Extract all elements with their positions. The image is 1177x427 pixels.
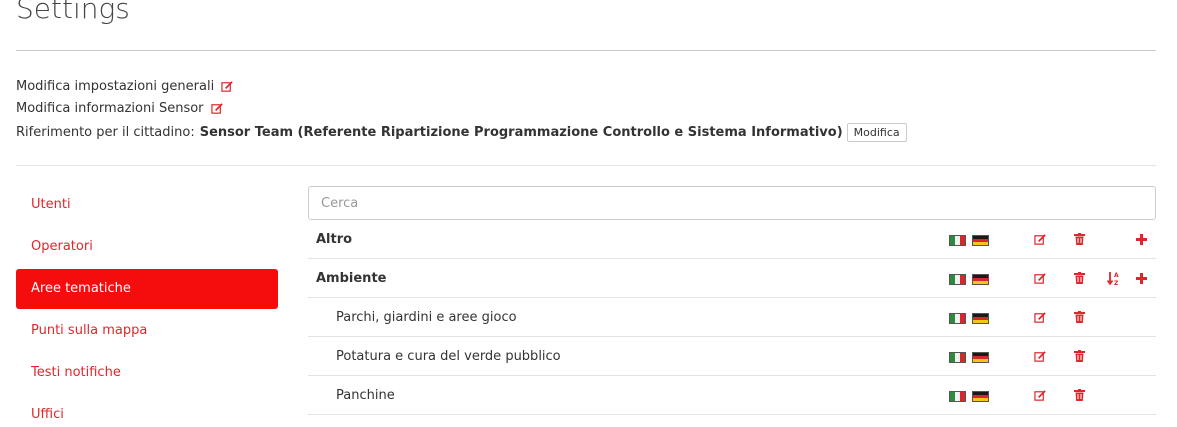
german-flag-icon[interactable] bbox=[972, 313, 989, 324]
general-settings-line: Modifica impostazioni generali bbox=[16, 79, 234, 94]
edit-icon[interactable] bbox=[1032, 348, 1048, 364]
sidebar-item[interactable]: Operatori bbox=[16, 227, 278, 267]
table-row: Ambiente A Z bbox=[308, 259, 1156, 298]
trash-icon[interactable] bbox=[1071, 270, 1087, 286]
category-name: Panchine bbox=[336, 388, 395, 403]
categories-table: Altro Ambiente A Z Parchi, giardini e aree g… bbox=[308, 220, 1156, 415]
general-settings-link[interactable]: Modifica impostazioni generali bbox=[16, 79, 214, 94]
german-flag-icon[interactable] bbox=[972, 391, 989, 402]
german-flag-icon[interactable] bbox=[972, 274, 989, 285]
table-row: Altro bbox=[308, 220, 1156, 259]
sidebar-item[interactable]: Utenti bbox=[16, 185, 278, 225]
category-name: Ambiente bbox=[316, 271, 387, 286]
trash-icon[interactable] bbox=[1071, 348, 1087, 364]
italian-flag-icon[interactable] bbox=[949, 235, 966, 246]
category-name: Parchi, giardini e aree gioco bbox=[336, 310, 517, 325]
italian-flag-icon[interactable] bbox=[949, 274, 966, 285]
citizen-reference-value: Sensor Team (Referente Ripartizione Prog… bbox=[199, 125, 843, 140]
plus-icon[interactable] bbox=[1133, 270, 1149, 286]
citizen-reference-label: Riferimento per il cittadino: bbox=[16, 125, 195, 140]
sidebar-item[interactable]: Testi notifiche bbox=[16, 353, 278, 393]
info-divider bbox=[16, 165, 1156, 166]
edit-icon[interactable] bbox=[221, 80, 234, 93]
table-row: Parchi, giardini e aree gioco bbox=[308, 298, 1156, 337]
edit-icon[interactable] bbox=[1032, 270, 1048, 286]
plus-icon[interactable] bbox=[1133, 231, 1149, 247]
modify-reference-button[interactable]: Modifica bbox=[846, 123, 907, 142]
german-flag-icon[interactable] bbox=[972, 235, 989, 246]
sidebar-item[interactable]: Punti sulla mappa bbox=[16, 311, 278, 351]
trash-icon[interactable] bbox=[1071, 309, 1087, 325]
edit-icon[interactable] bbox=[1032, 387, 1048, 403]
edit-icon[interactable] bbox=[210, 102, 224, 115]
table-row: Panchine bbox=[308, 376, 1156, 415]
svg-text:A: A bbox=[1114, 272, 1119, 279]
table-row: Potatura e cura del verde pubblico bbox=[308, 337, 1156, 376]
title-divider bbox=[16, 50, 1156, 51]
sort-alpha-icon[interactable]: AZ bbox=[1106, 270, 1122, 286]
search-input[interactable] bbox=[308, 186, 1156, 220]
italian-flag-icon[interactable] bbox=[949, 313, 966, 324]
sidebar-item[interactable]: Uffici bbox=[16, 395, 278, 427]
citizen-reference-line: Riferimento per il cittadino: Sensor Tea… bbox=[16, 123, 907, 142]
sidebar-item[interactable]: Aree tematiche bbox=[16, 269, 278, 309]
trash-icon[interactable] bbox=[1071, 231, 1087, 247]
page-title: Settings bbox=[16, 0, 130, 25]
trash-icon[interactable] bbox=[1071, 387, 1087, 403]
settings-sidebar: Utenti Operatori Aree tematiche Punti sulla… bbox=[16, 185, 278, 427]
category-name: Altro bbox=[316, 232, 353, 247]
category-name: Potatura e cura del verde pubblico bbox=[336, 349, 561, 364]
italian-flag-icon[interactable] bbox=[949, 352, 966, 363]
edit-icon[interactable] bbox=[1032, 231, 1048, 247]
german-flag-icon[interactable] bbox=[972, 352, 989, 363]
sensor-info-link[interactable]: Modifica informazioni Sensor bbox=[16, 101, 204, 116]
edit-icon[interactable] bbox=[1032, 309, 1048, 325]
sensor-info-line: Modifica informazioni Sensor bbox=[16, 101, 224, 116]
italian-flag-icon[interactable] bbox=[949, 391, 966, 402]
svg-text:Z: Z bbox=[1114, 280, 1119, 286]
